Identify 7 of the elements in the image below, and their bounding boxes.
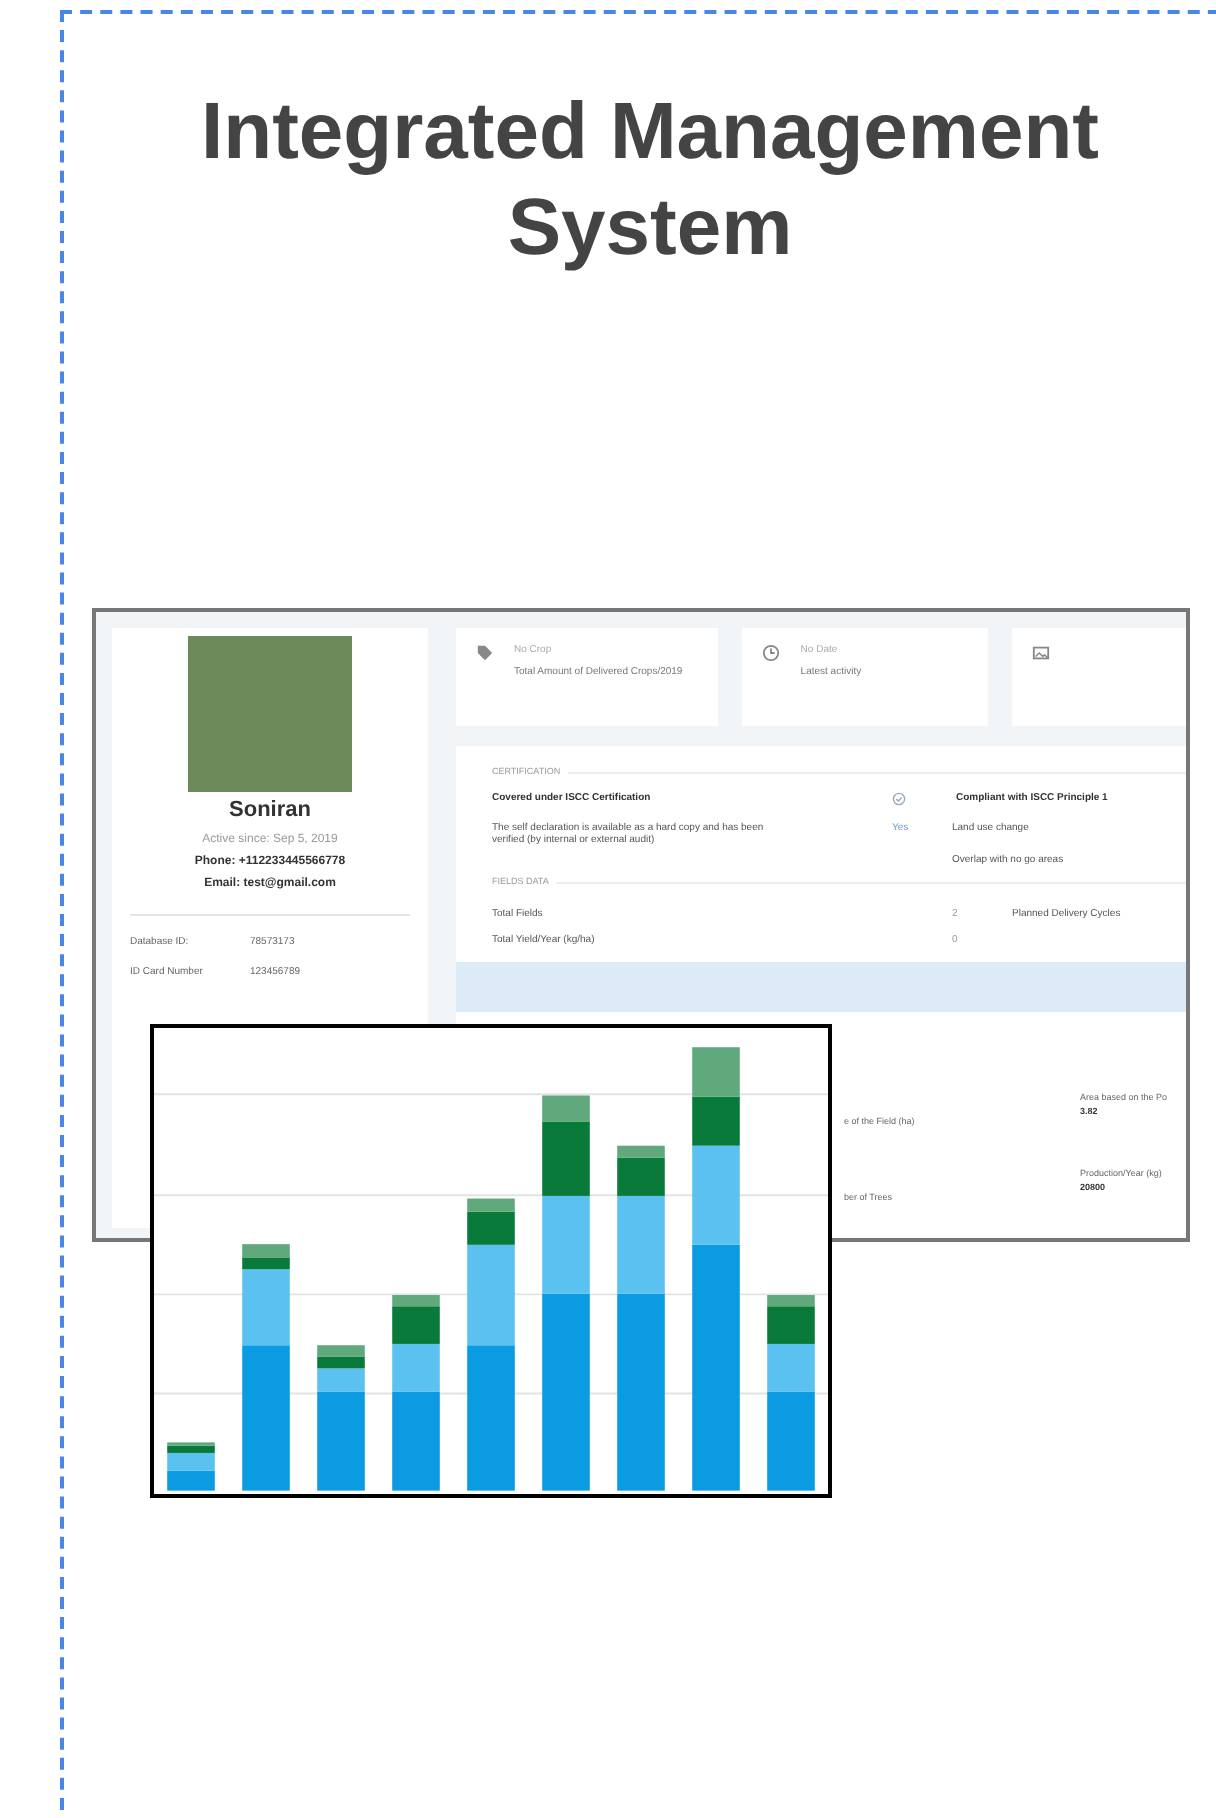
image-icon xyxy=(1031,644,1050,662)
check-circle-icon xyxy=(892,792,906,806)
tag-icon xyxy=(476,644,494,662)
card-title: Integrated Management System xyxy=(199,86,1101,276)
person-name: Soniran xyxy=(229,796,311,826)
clock-icon xyxy=(762,644,781,662)
stacked-bar xyxy=(167,1442,215,1491)
